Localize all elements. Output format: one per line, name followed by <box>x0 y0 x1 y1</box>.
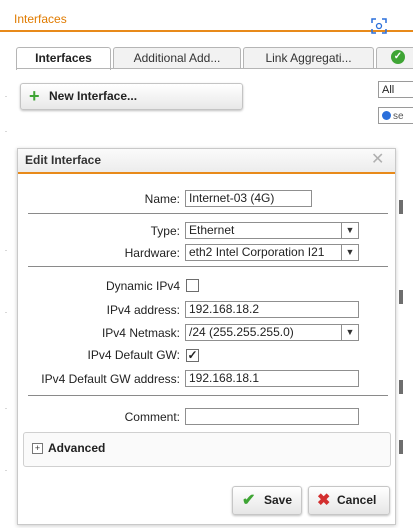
tab-link-aggregation[interactable]: Link Aggregati... <box>243 47 374 69</box>
dialog-title: Edit Interface <box>25 153 102 167</box>
search-icon <box>382 111 391 120</box>
background-row-marker <box>399 200 403 214</box>
divider <box>5 312 7 313</box>
type-label: Type: <box>150 224 180 238</box>
title-underline <box>0 30 413 32</box>
tab-label: Link Aggregati... <box>265 51 352 65</box>
background-row-marker <box>399 380 403 394</box>
name-label: Name: <box>144 192 180 206</box>
cancel-x-icon: ✖ <box>317 492 331 509</box>
comment-label: Comment: <box>124 410 180 424</box>
hardware-select-value: eth2 Intel Corporation I21 <box>189 245 325 259</box>
search-field[interactable]: se <box>378 107 413 124</box>
plus-icon: + <box>29 86 40 106</box>
app-title: Interfaces <box>14 12 67 26</box>
ipv4-address-label: IPv4 address: <box>106 303 180 317</box>
name-input[interactable]: Internet-03 (4G) <box>185 190 312 207</box>
tab-label: Interfaces <box>35 51 92 65</box>
ipv4-default-gw-address-label: IPv4 Default GW address: <box>41 372 180 386</box>
dynamic-ipv4-checkbox[interactable] <box>186 279 199 292</box>
chevron-down-icon: ▼ <box>341 325 358 340</box>
save-label: Save <box>264 493 293 507</box>
ipv4-address-input[interactable]: 192.168.18.2 <box>185 301 359 318</box>
cancel-button[interactable]: ✖ Cancel <box>308 486 390 515</box>
filter-select[interactable]: All <box>378 81 413 98</box>
divider <box>5 96 7 97</box>
dynamic-ipv4-label: Dynamic IPv4 <box>105 279 180 293</box>
divider <box>5 408 7 409</box>
ipv4-default-gw-address-input[interactable]: 192.168.18.1 <box>185 370 359 387</box>
background-row-marker <box>399 440 403 454</box>
ipv4-default-gw-checkbox[interactable]: ✓ <box>186 349 199 362</box>
section-divider <box>28 395 388 396</box>
check-circle-icon: ✓ <box>391 50 405 64</box>
advanced-label: Advanced <box>48 441 106 455</box>
section-divider <box>28 266 388 267</box>
chevron-down-icon: ▼ <box>341 245 358 260</box>
new-interface-button[interactable]: + New Interface... <box>20 83 243 110</box>
type-select-value: Ethernet <box>189 223 235 237</box>
divider <box>5 131 7 132</box>
comment-input[interactable] <box>185 408 359 425</box>
divider <box>5 470 7 471</box>
expand-icon[interactable]: + <box>32 443 43 454</box>
close-icon[interactable]: ✕ <box>371 151 384 169</box>
edit-interface-dialog: Edit Interface ✕ Name: Internet-03 (4G) … <box>17 148 396 525</box>
ipv4-netmask-select[interactable]: /24 (255.255.255.0) ▼ <box>185 324 359 341</box>
background-row-marker <box>399 290 403 304</box>
new-interface-label: New Interface... <box>49 89 138 103</box>
ipv4-netmask-value: /24 (255.255.255.0) <box>189 325 294 339</box>
screenshot-icon[interactable] <box>371 18 387 34</box>
chevron-down-icon: ▼ <box>341 223 358 238</box>
type-select[interactable]: Ethernet ▼ <box>185 222 359 239</box>
hardware-label: Hardware: <box>124 246 180 260</box>
divider <box>5 250 7 251</box>
tab-interfaces[interactable]: Interfaces <box>16 47 111 70</box>
ipv4-default-gw-label: IPv4 Default GW: <box>87 348 180 362</box>
hardware-select[interactable]: eth2 Intel Corporation I21 ▼ <box>185 244 359 261</box>
dialog-header: Edit Interface ✕ <box>18 149 395 174</box>
section-divider <box>28 213 388 214</box>
cancel-label: Cancel <box>337 493 377 507</box>
save-button[interactable]: ✔ Save <box>232 486 302 515</box>
checkmark-icon: ✔ <box>242 492 256 509</box>
tab-label: Additional Add... <box>133 51 221 65</box>
tab-additional-addresses[interactable]: Additional Add... <box>113 47 241 69</box>
ipv4-netmask-label: IPv4 Netmask: <box>101 326 180 340</box>
search-placeholder: se <box>393 111 404 122</box>
advanced-section[interactable]: + Advanced <box>23 432 391 467</box>
tab-bar-divider <box>16 68 413 69</box>
